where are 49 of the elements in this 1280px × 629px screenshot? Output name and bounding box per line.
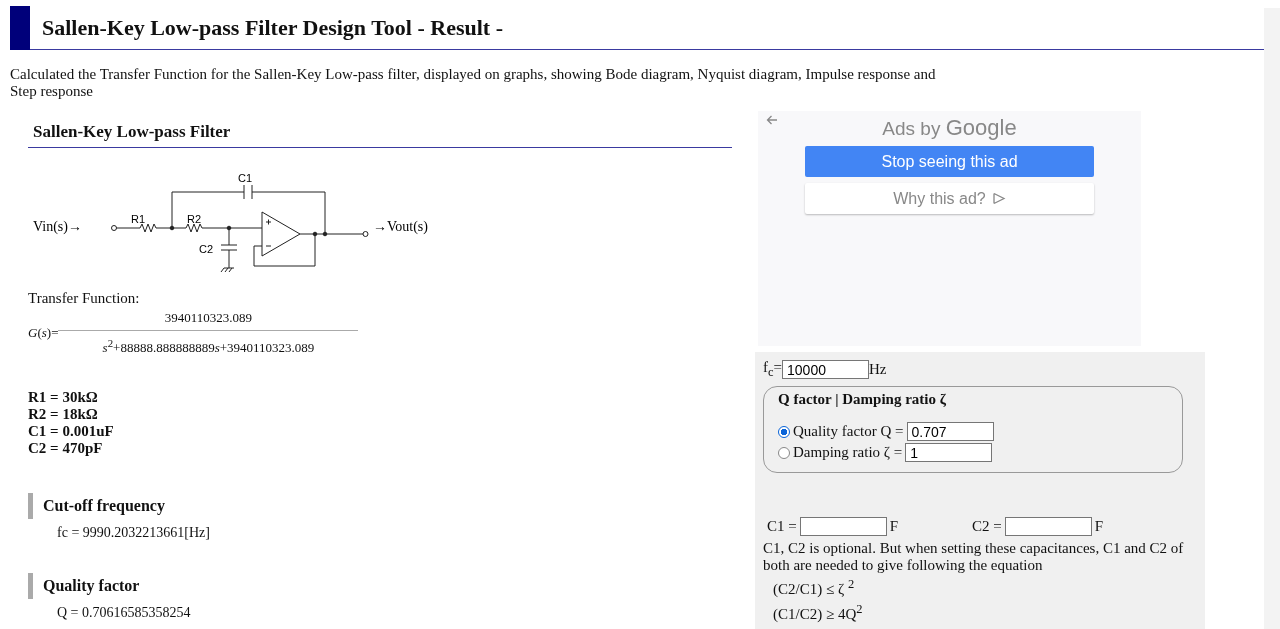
component-label: R2 [187, 213, 202, 225]
field-label: f$_{c}$= [763, 359, 783, 380]
output-label: →Vout(s) [373, 219, 428, 234]
component-value: R1 = 30kΩ [28, 389, 99, 407]
intro-text: Calculated the Transfer Function for the Sallen-Key Low-pass filter, displayed on graphs, showing Bode diagram, Nyquist diagram, Impulse response and Step response [10, 66, 937, 100]
formula-lhs: G(s)= [28, 325, 59, 342]
group-title: Q factor | Damping ratio ζ [778, 391, 947, 408]
result-value: Q = 0.70616585358254 [57, 605, 192, 622]
capacitance-field[interactable] [1004, 517, 1092, 536]
ad-brand-text: Ads by [882, 118, 941, 139]
option-label: Damping ratio ζ = [793, 444, 903, 461]
transfer-function-label: Transfer Function: [28, 290, 141, 307]
heading-accent [28, 493, 33, 520]
unit-label: F [1094, 518, 1104, 535]
input-label: Vin(s)→ [33, 219, 82, 234]
stop-ad-button[interactable]: Stop seeing this ad [805, 146, 1094, 177]
section-title: Sallen-Key Low-pass Filter [28, 122, 732, 148]
radio-button[interactable] [778, 425, 790, 438]
component-value: R2 = 18kΩ [28, 406, 99, 424]
why-ad-button[interactable]: Why this ad? [805, 183, 1094, 214]
heading-accent [28, 573, 33, 600]
unit-label: Hz [869, 361, 887, 378]
field-label: C1 = [767, 518, 797, 535]
result-heading: Cut-off frequency [43, 497, 165, 516]
field-label: C2 = [972, 518, 1002, 535]
radio-button[interactable] [778, 446, 790, 459]
component-label: C1 [238, 172, 253, 184]
option-label: Quality factor Q = [793, 423, 904, 440]
equation: (C1/C2) ≥ 4Q$^{2}$ [773, 601, 864, 624]
ad-brand-name: Google [945, 115, 1017, 140]
unit-label: F [889, 518, 899, 535]
equation: (C2/C1) ≤ ζ $^{2}$ [773, 576, 856, 599]
result-heading: Quality factor [43, 577, 140, 596]
frequency-field[interactable]: 10000 [782, 360, 870, 379]
back-arrow-icon[interactable] [766, 115, 778, 125]
page-title: Sallen-Key Low-pass Filter Design Tool - Result - [42, 14, 503, 41]
denominator: s$^{2}$+88888.888888889s+3940110323.089 [102, 336, 315, 358]
play-icon [991, 192, 1006, 205]
numerator: 3940110323.089 [164, 309, 253, 327]
component-value: C2 = 470pF [28, 440, 104, 458]
parameter-field[interactable]: 1 [905, 443, 993, 462]
header-accent [10, 6, 30, 50]
component-value: C1 = 0.001uF [28, 423, 115, 441]
parameter-field[interactable]: 0.707 [906, 422, 994, 441]
capacitance-field[interactable] [799, 517, 887, 536]
result-value: fc = 9990.2032213661[Hz] [57, 525, 211, 542]
component-label: R1 [131, 213, 146, 225]
note-text: C1, C2 is optional. But when setting these capacitances, C1 and C2 of both are needed to give following the equation [763, 540, 1185, 574]
component-label: C2 [199, 243, 214, 255]
